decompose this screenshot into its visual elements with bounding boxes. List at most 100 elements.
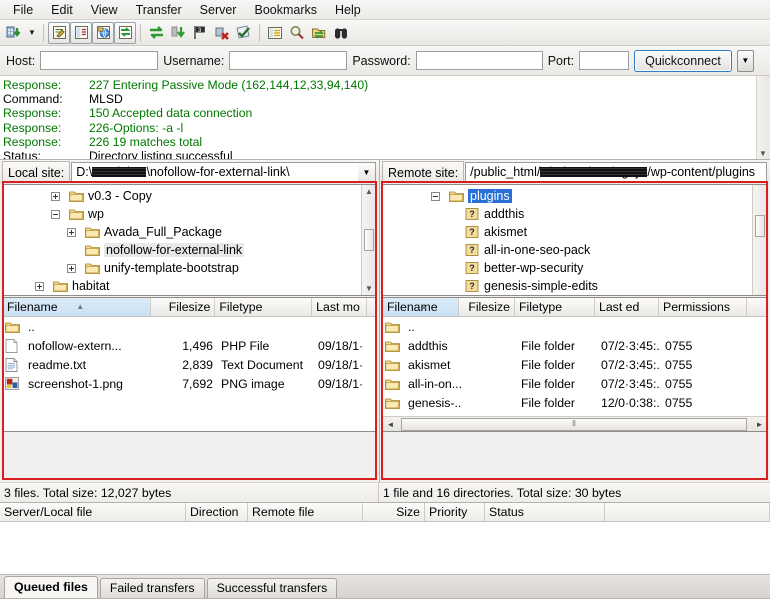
toggle-message-log-icon[interactable] [48, 21, 70, 44]
column-header-direction[interactable]: Direction [186, 503, 248, 521]
expand-icon[interactable] [67, 227, 76, 237]
hscroll-thumb[interactable]: ⦀ [401, 417, 747, 431]
hscroll-track[interactable]: ⦀ [397, 417, 753, 431]
column-header-filetype[interactable]: Filetype [515, 298, 595, 316]
remote-directory-tree[interactable]: plugins? addthis? akismet? all-in-one-seo-p… [382, 184, 768, 296]
expand-icon[interactable] [51, 191, 60, 201]
disconnect-icon[interactable] [211, 22, 233, 44]
local-path-combo[interactable]: D:\tutorialsto\nofollow-for-external-lin… [71, 161, 376, 183]
scroll-down-icon[interactable]: ▼ [365, 282, 373, 295]
table-row[interactable]: screenshot-1.png 7,692 PNG image 09/18/1· [3, 374, 376, 393]
quickconnect-dropdown-icon[interactable]: ▼ [736, 49, 754, 72]
tab-successful-transfers[interactable]: Successful transfers [206, 578, 338, 598]
table-row[interactable]: .. [383, 317, 767, 336]
column-header-priority[interactable]: Priority [425, 503, 485, 521]
tree-node[interactable]: v0.3 - Copy [3, 187, 361, 205]
table-row[interactable]: addthis File folder 07/2·3:45:... 0755 [383, 336, 767, 355]
site-manager-dropdown-icon[interactable]: ▼ [25, 28, 39, 37]
column-header-lastmodified[interactable]: Last ed [595, 298, 659, 316]
cancel-operation-icon[interactable]: 3 [189, 22, 211, 44]
remote-path-combo[interactable]: /public_html/windowshostingxyz/wp-conten… [465, 161, 767, 183]
process-queue-icon[interactable] [167, 22, 189, 44]
column-header-filename[interactable]: ▲ Filename [3, 298, 151, 316]
site-manager-icon[interactable] [3, 22, 25, 44]
directory-comparison-icon[interactable] [286, 22, 308, 44]
table-row[interactable]: all-in-on... File folder 07/2·3:45:... 0755 [383, 374, 767, 393]
remote-tree-scrollbar[interactable] [752, 185, 767, 295]
menu-item-file[interactable]: File [4, 1, 42, 19]
column-header-size[interactable]: Size [363, 503, 425, 521]
table-row[interactable]: nofollow-extern... 1,496 PHP File 09/18/1· [3, 336, 376, 355]
tree-node[interactable]: Avada_Full_Package [3, 223, 361, 241]
tree-node[interactable]: unify-template-bootstrap [3, 259, 361, 277]
username-input[interactable] [229, 51, 348, 70]
expand-icon[interactable] [35, 281, 44, 291]
collapse-icon[interactable] [51, 209, 60, 219]
table-row[interactable]: genesis-... File folder 12/0·0:38:... 0755 [383, 393, 767, 412]
tree-node[interactable]: habitat [3, 277, 361, 295]
menu-item-server[interactable]: Server [191, 1, 246, 19]
tree-node[interactable]: ? better-wp-security [383, 259, 752, 277]
local-tree-scrollbar[interactable]: ▲ ▼ [361, 185, 376, 295]
menu-item-view[interactable]: View [82, 1, 127, 19]
toggle-local-tree-icon[interactable] [70, 21, 92, 44]
collapse-icon[interactable] [431, 191, 440, 201]
local-path-value[interactable]: D:\tutorialsto\nofollow-for-external-lin… [72, 165, 289, 179]
column-header-permissions[interactable]: Permissions [659, 298, 747, 316]
find-files-icon[interactable] [330, 22, 352, 44]
folder-icon [53, 280, 68, 292]
scroll-up-icon[interactable]: ▲ [365, 185, 373, 198]
scroll-left-icon[interactable]: ◄ [384, 420, 397, 429]
quickconnect-button[interactable]: Quickconnect [634, 49, 732, 72]
toggle-remote-tree-icon[interactable] [92, 21, 114, 44]
tree-node[interactable]: plugins [383, 187, 752, 205]
toggle-transfer-type-icon[interactable] [233, 22, 255, 44]
scrollbar-thumb[interactable] [755, 215, 765, 237]
menu-item-transfer[interactable]: Transfer [127, 1, 191, 19]
filter-icon[interactable] [264, 22, 286, 44]
scroll-down-icon[interactable]: ▼ [759, 149, 767, 158]
tree-node[interactable]: ? addthis [383, 205, 752, 223]
remote-file-list-hscrollbar[interactable]: ◄ ⦀ ► [383, 416, 767, 431]
remote-file-list[interactable]: ▲ Filename Filesize Filetype Last ed Per… [382, 297, 768, 432]
tree-node[interactable]: ? genesis-simple-edits [383, 277, 752, 295]
column-header-lastmodified[interactable]: Last mo [312, 298, 367, 316]
synchronized-browsing-icon[interactable] [308, 22, 330, 44]
password-input[interactable] [415, 51, 543, 70]
tab-queued-files[interactable]: Queued files [4, 576, 98, 598]
local-file-list[interactable]: ▲ Filename Filesize Filetype Last mo .. n… [2, 297, 377, 432]
column-header-filetype[interactable]: Filetype [215, 298, 313, 316]
local-path-dropdown-icon[interactable]: ▼ [358, 162, 375, 182]
table-row[interactable]: readme.txt 2,839 Text Document 09/18/1· [3, 355, 376, 374]
tree-node[interactable]: wp [3, 205, 361, 223]
menu-item-edit[interactable]: Edit [42, 1, 82, 19]
local-directory-tree[interactable]: v0.3 - Copy wp Avada_Full_Package nofollow-… [2, 184, 377, 296]
column-header-serverlocalfile[interactable]: Server/Local file [0, 503, 186, 521]
cell-perms: 0755 [665, 338, 693, 353]
scroll-right-icon[interactable]: ► [753, 420, 766, 429]
transfer-queue[interactable]: Server/Local file Direction Remote file … [0, 502, 770, 574]
tab-failed-transfers[interactable]: Failed transfers [99, 578, 205, 598]
expand-icon[interactable] [67, 263, 76, 273]
remote-path-value[interactable]: /public_html/windowshostingxyz/wp-conten… [466, 165, 755, 179]
message-log[interactable]: Response: 227 Entering Passive Mode (162… [0, 76, 770, 160]
column-header-filename[interactable]: ▲ Filename [383, 298, 459, 316]
tree-node[interactable]: ? all-in-one-seo-pack [383, 241, 752, 259]
host-input[interactable] [40, 51, 159, 70]
refresh-icon[interactable] [145, 22, 167, 44]
column-header-filesize[interactable]: Filesize [459, 298, 515, 316]
tree-node[interactable]: ? akismet [383, 223, 752, 241]
toggle-transfer-queue-icon[interactable] [114, 21, 136, 44]
menu-item-bookmarks[interactable]: Bookmarks [245, 1, 326, 19]
menu-item-help[interactable]: Help [326, 1, 370, 19]
table-row[interactable]: akismet File folder 07/2·3:45:... 0755 [383, 355, 767, 374]
message-log-scrollbar[interactable]: ▼ [756, 76, 770, 159]
log-entry-key: Response: [3, 134, 62, 149]
column-header-filesize[interactable]: Filesize [151, 298, 216, 316]
table-row[interactable]: .. [3, 317, 376, 336]
scrollbar-thumb[interactable] [364, 229, 374, 251]
port-input[interactable] [579, 51, 630, 70]
column-header-remotefile[interactable]: Remote file [248, 503, 363, 521]
column-header-status[interactable]: Status [485, 503, 605, 521]
tree-node[interactable]: nofollow-for-external-link [3, 241, 361, 259]
